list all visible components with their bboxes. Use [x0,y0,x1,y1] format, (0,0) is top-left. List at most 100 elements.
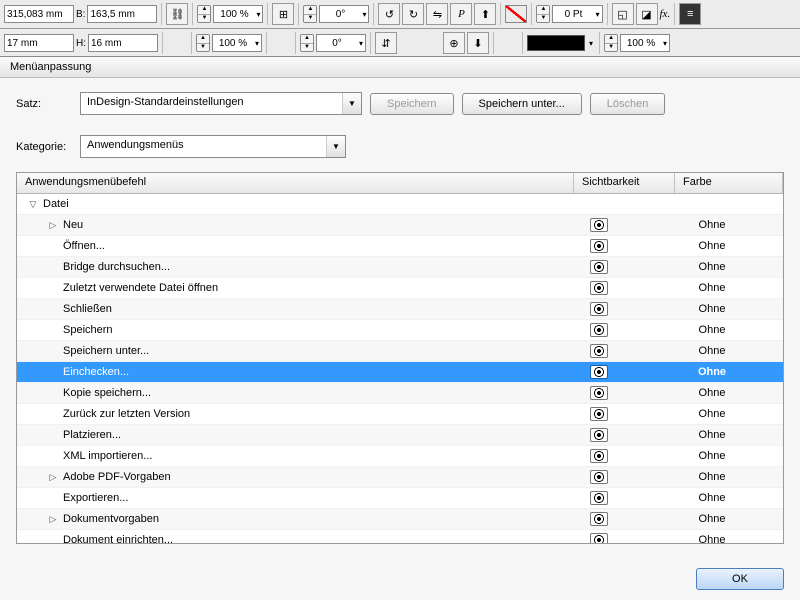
ok-button[interactable]: OK [696,568,784,590]
row-color[interactable]: Ohne [641,240,783,252]
panel-menu-icon[interactable]: ≡ [679,3,701,25]
row-color[interactable]: Ohne [641,387,783,399]
delete-button[interactable]: Löschen [590,93,666,115]
table-row[interactable]: Bridge durchsuchen...Ohne [17,257,783,278]
opacity-field[interactable]: 100 % [621,38,661,49]
shear-stepper[interactable]: ▲▼ [300,34,314,52]
table-row[interactable]: ▽Datei [17,194,783,215]
table-row[interactable]: Platzieren...Ohne [17,425,783,446]
y-field[interactable] [4,34,74,52]
rotate-field[interactable]: 0° [320,9,360,20]
visibility-eye-icon[interactable] [590,491,608,505]
paragraph-icon[interactable]: P [450,3,472,25]
row-color[interactable]: Ohne [641,219,783,231]
effects-icon[interactable]: ◱ [612,3,634,25]
stroke-weight-stepper[interactable]: ▲▼ [536,5,550,23]
visibility-eye-icon[interactable] [590,512,608,526]
align-center-icon[interactable]: ⊕ [443,32,465,54]
table-row[interactable]: Öffnen... Ohne [17,236,783,257]
row-color[interactable]: Ohne [641,324,783,336]
visibility-eye-icon[interactable] [590,533,608,544]
drop-shadow-icon[interactable]: ◪ [636,3,658,25]
visibility-eye-icon[interactable] [590,470,608,484]
set-combo[interactable]: InDesign-Standardeinstellungen ▼ [80,92,362,115]
scale-x-stepper[interactable]: ▲▼ [197,5,211,23]
visibility-eye-icon[interactable] [590,344,608,358]
stroke-weight-field[interactable]: 0 Pt [553,9,593,20]
visibility-eye-icon[interactable] [590,302,608,316]
w-field[interactable] [87,5,157,23]
rotate-ccw-icon[interactable]: ↺ [378,3,400,25]
row-color[interactable]: Ohne [641,345,783,357]
row-label: Neu [63,219,83,231]
visibility-eye-icon[interactable] [590,323,608,337]
table-row[interactable]: Dokument einrichten... Ohne [17,530,783,544]
h-label: H: [76,38,86,49]
table-row[interactable]: XML importieren...Ohne [17,446,783,467]
row-color[interactable]: Ohne [641,261,783,273]
visibility-eye-icon[interactable] [590,281,608,295]
table-row[interactable]: Exportieren... Ohne [17,488,783,509]
scale-y-field[interactable]: 100 % [213,38,253,49]
table-row[interactable]: Einchecken...Ohne [17,362,783,383]
col-visibility[interactable]: Sichtbarkeit [574,173,675,193]
row-label: Öffnen... [63,240,105,252]
stroke-style-field[interactable] [527,35,585,51]
table-row[interactable]: ▷DokumentvorgabenOhne [17,509,783,530]
link-wh-icon[interactable]: ⛓ [166,3,188,25]
row-color[interactable]: Ohne [641,492,783,504]
disclosure-icon[interactable]: ▷ [47,220,59,231]
visibility-eye-icon[interactable] [590,239,608,253]
row-color[interactable]: Ohne [641,282,783,294]
visibility-eye-icon[interactable] [590,260,608,274]
row-label: Dokument einrichten... [63,534,173,544]
flip-h-icon[interactable]: ⇋ [426,3,448,25]
visibility-eye-icon[interactable] [590,218,608,232]
category-combo[interactable]: Anwendungsmenüs ▼ [80,135,346,158]
align-bottom-icon[interactable]: ⬇ [467,32,489,54]
row-color[interactable]: Ohne [641,513,783,525]
h-field[interactable] [88,34,158,52]
shear-field[interactable]: 0° [317,38,357,49]
visibility-eye-icon[interactable] [590,386,608,400]
align-top-icon[interactable]: ⬆ [474,3,496,25]
table-row[interactable]: SchließenOhne [17,299,783,320]
constrain-icon[interactable]: ⊞ [272,3,294,25]
fx-icon[interactable]: fx. [660,8,671,20]
table-row[interactable]: Zuletzt verwendete Datei öffnenOhne [17,278,783,299]
row-color[interactable]: Ohne [641,408,783,420]
row-color[interactable]: Ohne [641,429,783,441]
visibility-eye-icon[interactable] [590,365,608,379]
table-row[interactable]: Zurück zur letzten VersionOhne [17,404,783,425]
col-color[interactable]: Farbe [675,173,783,193]
visibility-eye-icon[interactable] [590,428,608,442]
table-row[interactable]: ▷ Neu Ohne [17,215,783,236]
rotate-stepper[interactable]: ▲▼ [303,5,317,23]
row-color[interactable]: Ohne [641,534,783,544]
disclosure-icon[interactable]: ▷ [47,472,59,483]
table-row[interactable]: SpeichernOhne [17,320,783,341]
flip-v-icon[interactable]: ⇵ [375,32,397,54]
rotate-cw-icon[interactable]: ↻ [402,3,424,25]
disclosure-icon[interactable]: ▷ [47,514,59,525]
disclosure-icon[interactable]: ▽ [27,199,39,210]
save-as-button[interactable]: Speichern unter... [462,93,582,115]
stroke-none-icon[interactable] [505,5,527,23]
x-field[interactable] [4,5,74,23]
scale-y-stepper[interactable]: ▲▼ [196,34,210,52]
row-color[interactable]: Ohne [641,303,783,315]
row-label: Exportieren... [63,492,128,504]
row-color[interactable]: Ohne [641,366,783,378]
row-color[interactable]: Ohne [641,450,783,462]
table-row[interactable]: Kopie speichern...Ohne [17,383,783,404]
table-row[interactable]: ▷Adobe PDF-VorgabenOhne [17,467,783,488]
col-command[interactable]: Anwendungsmenübefehl [17,173,574,193]
scale-x-field[interactable]: 100 % [214,9,254,20]
visibility-eye-icon[interactable] [590,449,608,463]
save-button[interactable]: Speichern [370,93,454,115]
w-label: B: [76,9,85,20]
visibility-eye-icon[interactable] [590,407,608,421]
row-color[interactable]: Ohne [641,471,783,483]
table-row[interactable]: Speichern unter...Ohne [17,341,783,362]
opacity-stepper[interactable]: ▲▼ [604,34,618,52]
